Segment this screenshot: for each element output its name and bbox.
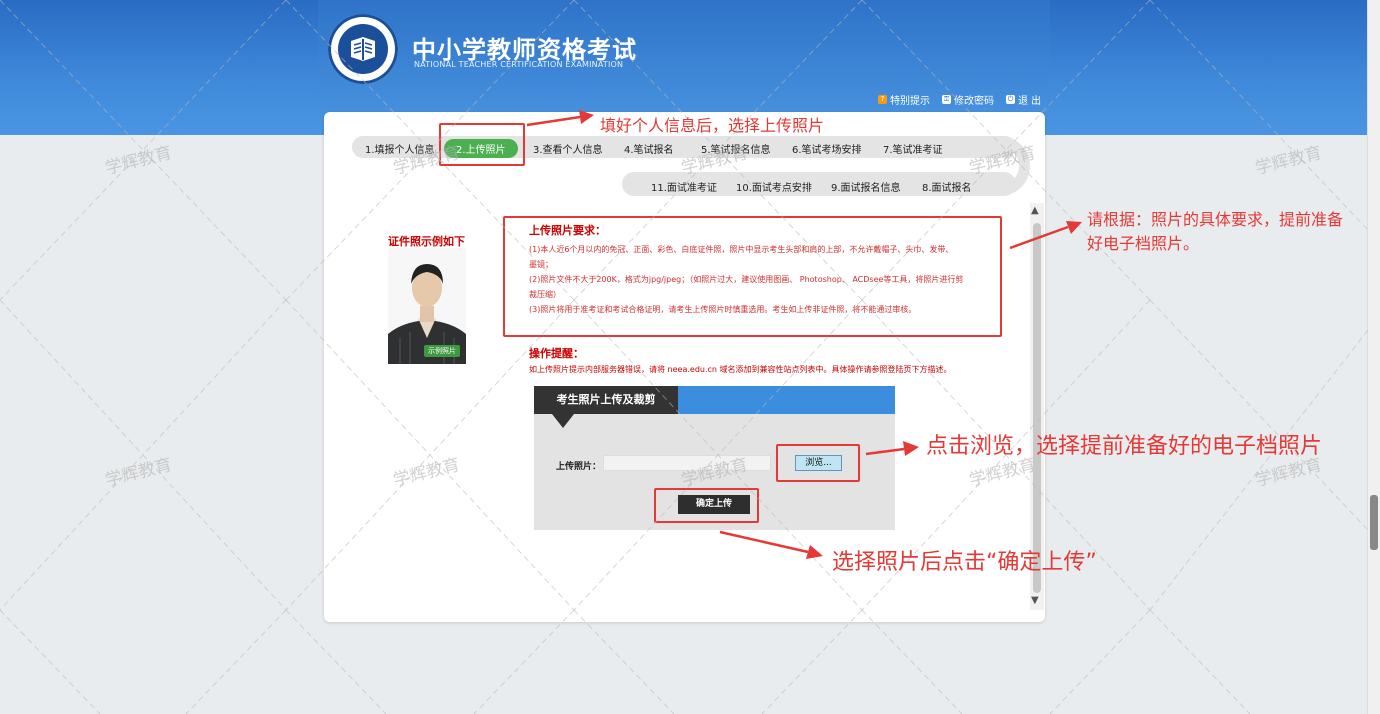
watermark: 学辉教育 xyxy=(103,142,175,179)
change-password-link[interactable]: ⚿ 修改密码 xyxy=(942,92,994,107)
help-icon: ? xyxy=(878,95,887,104)
highlight-browse xyxy=(776,444,860,482)
step-written-signup[interactable]: 4.笔试报名 xyxy=(624,141,674,156)
content-scrollbar-thumb[interactable] xyxy=(1033,223,1041,593)
page-scrollbar-thumb[interactable] xyxy=(1370,495,1378,550)
book-icon xyxy=(338,24,388,74)
highlight-confirm xyxy=(654,488,759,523)
upload-tab[interactable]: 考生照片上传及裁剪 xyxy=(534,386,678,414)
exit-icon: ⏻ xyxy=(1006,95,1015,104)
watermark: 学辉教育 xyxy=(103,454,175,491)
operation-tip-text: 如上传照片提示内部服务器错误，请将 neea.edu.cn 域名添加到兼容性站点… xyxy=(529,365,952,374)
sample-photo-badge: 示例照片 xyxy=(424,345,460,357)
step-written-admission-ticket[interactable]: 7.笔试准考证 xyxy=(883,141,943,156)
change-password-label: 修改密码 xyxy=(954,96,994,107)
annotation-requirements-line2: 好电子档照片。 xyxy=(1087,234,1200,253)
step-interview-signup-info[interactable]: 9.面试报名信息 xyxy=(831,179,901,194)
step-view-info[interactable]: 3.查看个人信息 xyxy=(533,141,603,156)
page-scrollbar[interactable] xyxy=(1367,0,1380,714)
special-tips-link[interactable]: ? 特别提示 xyxy=(878,92,930,107)
upload-field-label: 上传照片： xyxy=(556,462,602,472)
step-written-exam-arrangement[interactable]: 6.笔试考场安排 xyxy=(792,141,862,156)
annotation-upload-step: 填好个人信息后，选择上传照片 xyxy=(600,116,825,135)
highlight-requirements xyxy=(503,216,1002,337)
logout-label: 退 出 xyxy=(1018,96,1042,107)
annotation-confirm: 选择照片后点击“确定上传” xyxy=(832,550,1097,575)
upload-tab-pointer xyxy=(552,414,574,428)
operation-tip-title: 操作提醒： xyxy=(529,347,584,360)
step-interview-signup[interactable]: 8.面试报名 xyxy=(922,179,972,194)
annotation-requirements-line1: 请根据：照片的具体要求，提前准备 xyxy=(1087,210,1344,229)
special-tips-label: 特别提示 xyxy=(890,96,930,107)
annotation-browse: 点击浏览，选择提前准备好的电子档照片 xyxy=(926,434,1323,459)
site-subtitle: NATIONAL TEACHER CERTIFICATION EXAMINATI… xyxy=(414,60,624,69)
step-interview-arrangement[interactable]: 10.面试考点安排 xyxy=(736,179,812,194)
scroll-down-icon[interactable]: ▼ xyxy=(1031,595,1039,606)
logo xyxy=(328,14,398,84)
top-links: ? 特别提示 ⚿ 修改密码 ⏻ 退 出 xyxy=(878,92,1041,107)
logout-link[interactable]: ⏻ 退 出 xyxy=(1006,92,1041,107)
key-icon: ⚿ xyxy=(942,95,951,104)
scroll-up-icon[interactable]: ▲ xyxy=(1031,205,1039,216)
step-interview-admission-ticket[interactable]: 11.面试准考证 xyxy=(651,179,717,194)
sample-photo-title: 证件照示例如下 xyxy=(388,235,465,248)
watermark: 学辉教育 xyxy=(1253,142,1325,179)
